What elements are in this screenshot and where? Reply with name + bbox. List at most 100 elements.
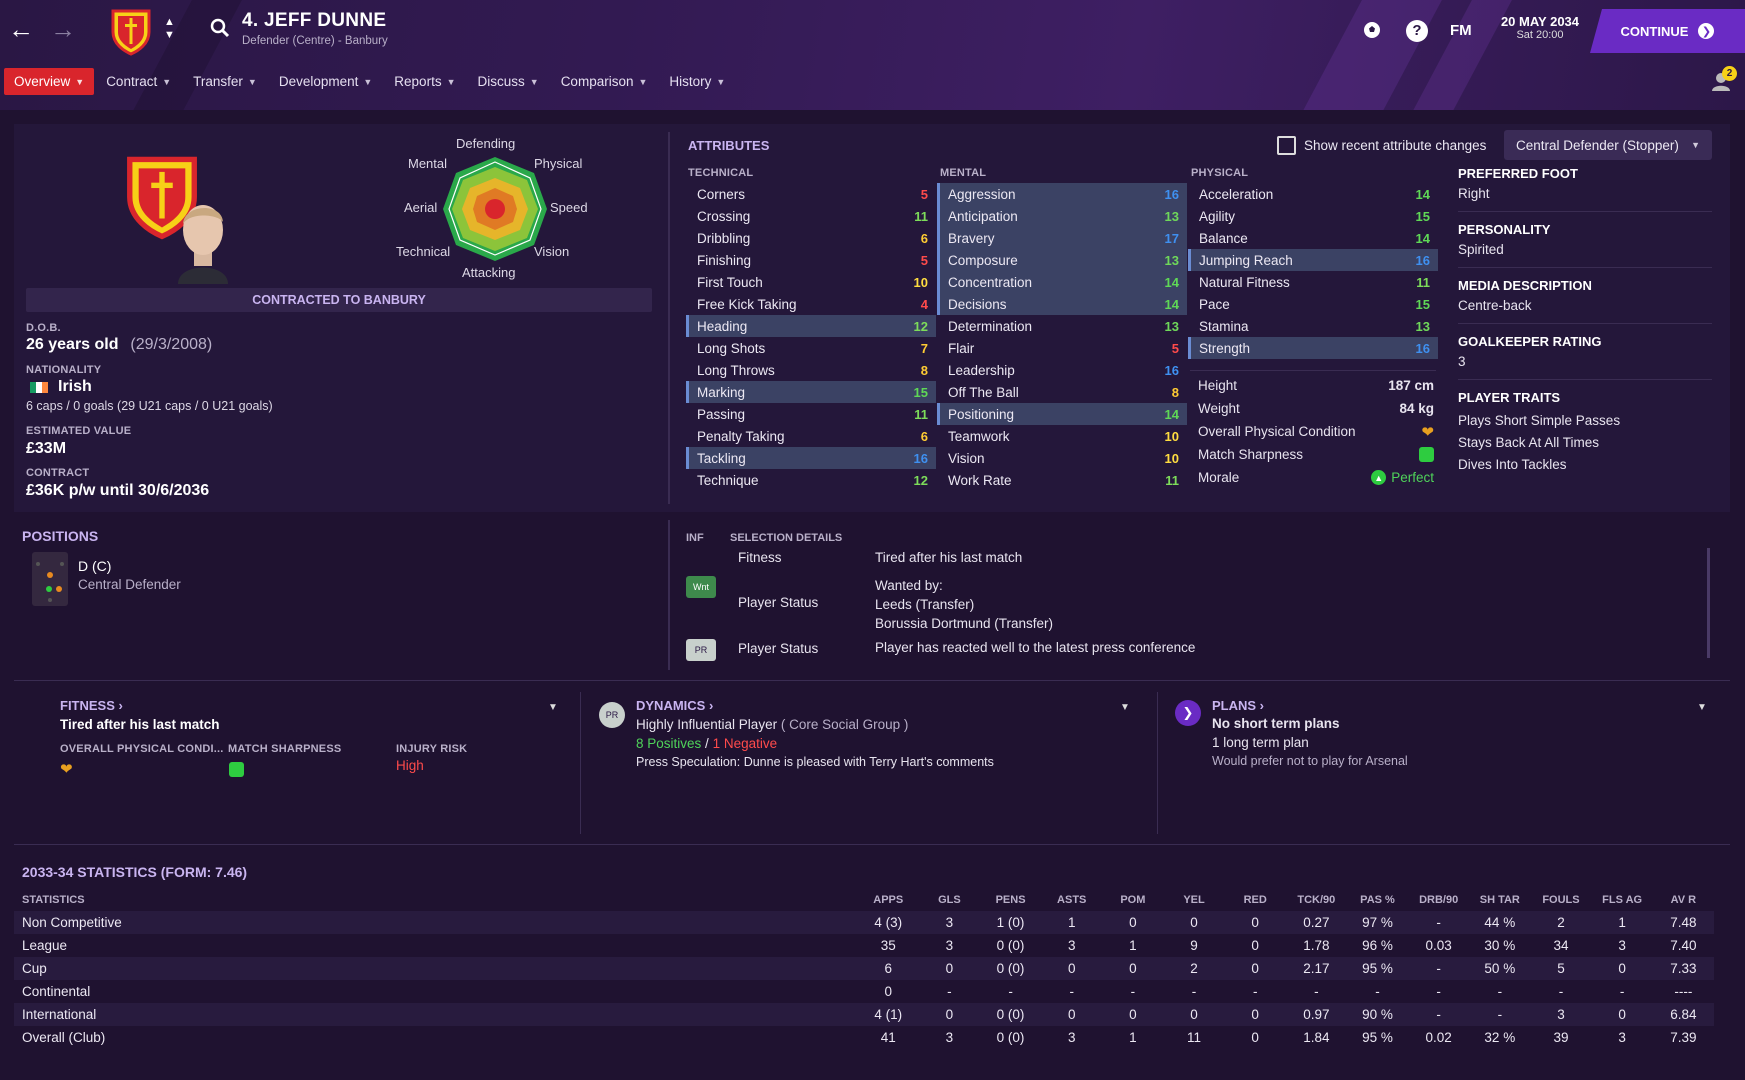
fitness-expand-icon[interactable]: ▼ xyxy=(548,702,558,713)
attribute-row-first-touch[interactable]: First Touch 10 xyxy=(686,271,936,293)
table-row[interactable]: Overall (Club) 41 3 0 (0) 3 1 11 0 1.84 95 % 0.02 3… xyxy=(14,1026,1714,1049)
attribute-row-dribbling[interactable]: Dribbling 6 xyxy=(686,227,936,249)
fitness-link[interactable]: FITNESS › xyxy=(60,698,123,713)
tab-comparison[interactable]: Comparison ▼ xyxy=(551,68,658,95)
table-cell: ---- xyxy=(1674,984,1693,999)
attribute-row-bravery[interactable]: Bravery 17 xyxy=(937,227,1187,249)
attribute-row-corners[interactable]: Corners 5 xyxy=(686,183,936,205)
column-header[interactable]: POM xyxy=(1102,888,1163,911)
notifications-icon[interactable]: 2 xyxy=(1710,66,1737,95)
column-header[interactable]: AV R xyxy=(1653,888,1714,911)
club-crest-icon[interactable] xyxy=(110,8,152,59)
attribute-row-off-the-ball[interactable]: Off The Ball 8 xyxy=(937,381,1187,403)
attribute-row-positioning[interactable]: Positioning 14 xyxy=(937,403,1187,425)
attribute-row-acceleration[interactable]: Acceleration 14 xyxy=(1188,183,1438,205)
traits-list: Plays Short Simple Passes Stays Back At … xyxy=(1458,410,1712,476)
radar-label-defending: Defending xyxy=(456,136,516,151)
dynamics-expand-icon[interactable]: ▼ xyxy=(1120,702,1130,713)
plans-link[interactable]: PLANS › xyxy=(1212,698,1264,713)
column-header[interactable]: SH TAR xyxy=(1469,888,1530,911)
column-header[interactable]: YEL xyxy=(1163,888,1224,911)
attribute-row-decisions[interactable]: Decisions 14 xyxy=(937,293,1187,315)
column-header[interactable]: ASTS xyxy=(1041,888,1102,911)
continue-button[interactable]: CONTINUE ❯ xyxy=(1590,9,1745,53)
attribute-row-passing[interactable]: Passing 11 xyxy=(686,403,936,425)
table-row[interactable]: Continental 0- - - - - - - - - - - - ---- xyxy=(14,980,1714,1003)
attribute-row-finishing[interactable]: Finishing 5 xyxy=(686,249,936,271)
tab-discuss[interactable]: Discuss ▼ xyxy=(468,68,549,95)
column-header[interactable]: TCK/90 xyxy=(1286,888,1347,911)
forward-arrow-icon[interactable]: → xyxy=(50,14,76,45)
attribute-name: Decisions xyxy=(948,296,1007,312)
table-cell: 0 xyxy=(1067,961,1076,976)
attribute-row-flair[interactable]: Flair 5 xyxy=(937,337,1187,359)
tab-overview[interactable]: Overview ▼ xyxy=(4,68,95,95)
attribute-row-composure[interactable]: Composure 13 xyxy=(937,249,1187,271)
nationality-value[interactable]: Irish xyxy=(58,378,92,396)
attribute-row-determination[interactable]: Determination 13 xyxy=(937,315,1187,337)
selection-details-label: SELECTION DETAILS xyxy=(730,532,843,544)
attribute-row-penalty-taking[interactable]: Penalty Taking 6 xyxy=(686,425,936,447)
attribute-row-long-throws[interactable]: Long Throws 8 xyxy=(686,359,936,381)
plans-expand-icon[interactable]: ▼ xyxy=(1697,702,1707,713)
attribute-row-stamina[interactable]: Stamina 13 xyxy=(1188,315,1438,337)
attribute-row-free-kick-taking[interactable]: Free Kick Taking 4 xyxy=(686,293,936,315)
attribute-row-aggression[interactable]: Aggression 16 xyxy=(937,183,1187,205)
attribute-row-jumping-reach[interactable]: Jumping Reach 16 xyxy=(1188,249,1438,271)
column-header[interactable]: FOULS xyxy=(1530,888,1591,911)
table-cell: League xyxy=(22,938,68,953)
attribute-row-long-shots[interactable]: Long Shots 7 xyxy=(686,337,936,359)
tab-history[interactable]: History ▼ xyxy=(659,68,735,95)
column-header[interactable]: PAS % xyxy=(1347,888,1408,911)
attribute-row-anticipation[interactable]: Anticipation 13 xyxy=(937,205,1187,227)
attribute-row-leadership[interactable]: Leadership 16 xyxy=(937,359,1187,381)
physical-attributes: Acceleration 14 Agility 15 Balance 14 Jumping … xyxy=(1188,183,1438,359)
show-changes-checkbox[interactable] xyxy=(1277,136,1296,155)
attribute-name: Anticipation xyxy=(948,208,1018,224)
attribute-value: 8 xyxy=(1171,384,1179,400)
attribute-row-heading[interactable]: Heading 12 xyxy=(686,315,936,337)
table-cell: 3 xyxy=(1618,1030,1626,1045)
table-row[interactable]: International 4 (1) 0 0 (0) 0 0 0 0 0.97 90 % - - 3 0… xyxy=(14,1003,1714,1026)
plans-arrow-icon[interactable]: ❯ xyxy=(1175,700,1201,726)
table-cell: 0 (0) xyxy=(996,961,1025,976)
table-cell: - xyxy=(1619,984,1625,999)
column-header[interactable]: STATISTICS xyxy=(14,888,858,911)
ball-icon[interactable] xyxy=(1362,20,1382,43)
attribute-row-technique[interactable]: Technique 12 xyxy=(686,469,936,491)
tab-transfer[interactable]: Transfer ▼ xyxy=(183,68,267,95)
table-row[interactable]: Non Competitive 4 (3) 3 1 (0) 1 0 0 0 0.27 97 % - 4… xyxy=(14,911,1714,934)
attribute-row-work-rate[interactable]: Work Rate 11 xyxy=(937,469,1187,491)
attribute-row-tackling[interactable]: Tackling 16 xyxy=(686,447,936,469)
attribute-row-marking[interactable]: Marking 15 xyxy=(686,381,936,403)
selection-scrollbar[interactable] xyxy=(1707,548,1710,658)
column-header[interactable]: PENS xyxy=(980,888,1041,911)
table-row[interactable]: League 35 3 0 (0) 3 1 9 0 1.78 96 % 0.03 30 % 34 3 7.4… xyxy=(14,934,1714,957)
attribute-row-teamwork[interactable]: Teamwork 10 xyxy=(937,425,1187,447)
attribute-row-vision[interactable]: Vision 10 xyxy=(937,447,1187,469)
column-header[interactable]: FLS AG xyxy=(1592,888,1653,911)
attribute-row-agility[interactable]: Agility 15 xyxy=(1188,205,1438,227)
player-switch-icon[interactable]: ▲ ▼ xyxy=(164,16,175,42)
help-icon[interactable]: ? xyxy=(1406,20,1428,42)
fm-menu-button[interactable]: FM xyxy=(1450,22,1472,39)
column-header[interactable]: DRB/90 xyxy=(1408,888,1469,911)
attribute-row-natural-fitness[interactable]: Natural Fitness 11 xyxy=(1188,271,1438,293)
tab-contract[interactable]: Contract ▼ xyxy=(96,68,181,95)
dynamics-link[interactable]: DYNAMICS › xyxy=(636,698,713,713)
column-header[interactable]: APPS xyxy=(858,888,919,911)
column-header[interactable]: RED xyxy=(1225,888,1286,911)
attribute-row-concentration[interactable]: Concentration 14 xyxy=(937,271,1187,293)
role-select[interactable]: Central Defender (Stopper) ▼ xyxy=(1504,130,1712,160)
back-arrow-icon[interactable]: ← xyxy=(8,14,34,45)
tab-reports[interactable]: Reports ▼ xyxy=(384,68,465,95)
tab-development[interactable]: Development ▼ xyxy=(269,68,382,95)
column-header[interactable]: GLS xyxy=(919,888,980,911)
attribute-row-strength[interactable]: Strength 16 xyxy=(1188,337,1438,359)
table-row[interactable]: Cup 6 0 0 (0) 0 0 2 0 2.17 95 % - 50 % 5 0 7.33 xyxy=(14,957,1714,980)
attribute-row-crossing[interactable]: Crossing 11 xyxy=(686,205,936,227)
attribute-row-balance[interactable]: Balance 14 xyxy=(1188,227,1438,249)
attribute-row-pace[interactable]: Pace 15 xyxy=(1188,293,1438,315)
search-icon[interactable] xyxy=(210,18,230,41)
player-face-avatar xyxy=(172,188,234,287)
